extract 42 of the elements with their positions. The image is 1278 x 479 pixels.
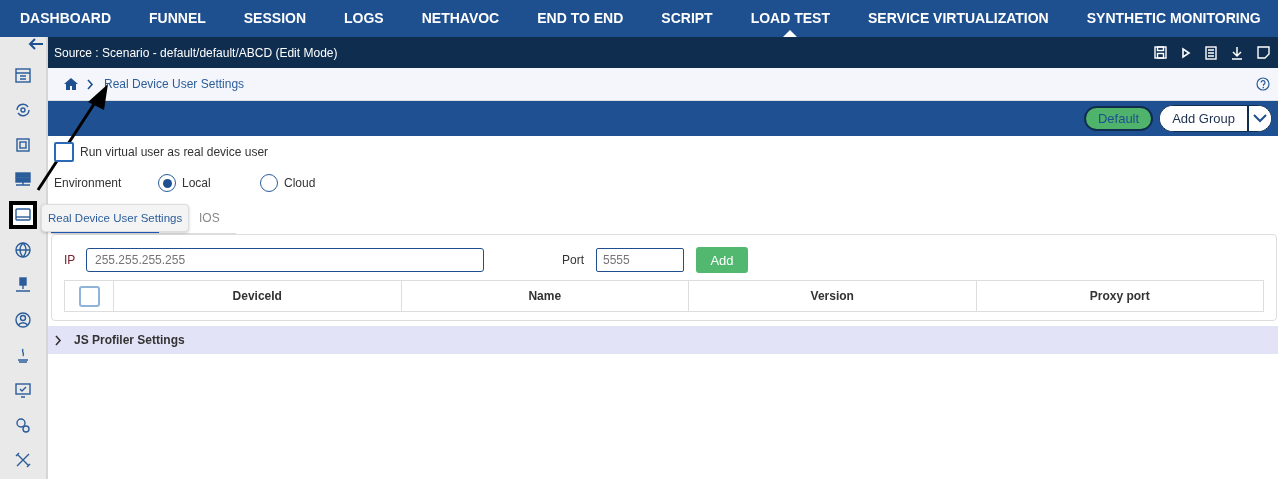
tooltip: Real Device User Settings [41, 204, 190, 232]
section-header[interactable]: JS Profiler Settings [48, 326, 1278, 354]
nav-tab[interactable]: LOAD TEST [750, 0, 830, 37]
checkbox[interactable] [78, 285, 100, 307]
nav-tab[interactable]: NETHAVOC [421, 0, 500, 37]
port-field[interactable]: 5555 [596, 248, 684, 272]
port-label: Port [562, 253, 585, 267]
chevron-down-icon [1253, 114, 1267, 123]
section-title: JS Profiler Settings [74, 333, 185, 347]
ip-field[interactable]: 255.255.255.255 [86, 248, 484, 272]
nav-tab[interactable]: END TO END [537, 0, 624, 37]
add-group-button[interactable]: Add Group [1160, 106, 1249, 131]
chevron-right-icon [54, 334, 62, 346]
help-icon[interactable] [1256, 77, 1270, 91]
device-icon[interactable] [9, 201, 37, 229]
column-header: Name [400, 281, 688, 311]
nav-tab[interactable]: LOGS [344, 0, 384, 37]
home-icon[interactable] [64, 78, 78, 90]
download-icon[interactable] [1231, 45, 1243, 60]
note-icon[interactable] [1257, 46, 1270, 59]
nav-tab[interactable]: FUNNEL [149, 0, 206, 37]
column-header: DeviceId [113, 281, 401, 311]
ip-label: IP [64, 253, 77, 267]
column-header: Proxy port [975, 281, 1263, 311]
breadcrumb-link[interactable]: Real Device User Settings [104, 77, 245, 91]
nav-tab[interactable]: DASHBOARD [20, 0, 111, 37]
nav-tab[interactable]: SYNTHETIC MONITORING [1086, 0, 1261, 37]
nav-tab[interactable]: SERVICE VIRTUALIZATION [868, 0, 1049, 37]
save-icon[interactable] [1154, 46, 1167, 59]
nav-tab[interactable]: SCRIPT [661, 0, 713, 37]
checkbox[interactable] [54, 142, 74, 162]
column-header: Version [688, 281, 976, 311]
environment-label: Environment [54, 176, 123, 190]
nav-tab[interactable]: SESSION [243, 0, 307, 37]
radio-label: Local [182, 176, 211, 190]
source-title: Source : Scenario - default/default/ABCD (Edit Mode) [54, 45, 338, 60]
checkbox-label: Run virtual user as real device user [80, 145, 269, 159]
radio-label: Cloud [284, 176, 316, 190]
chevron-right-icon [86, 78, 94, 90]
back-arrow-icon[interactable] [28, 38, 44, 50]
document-icon[interactable] [1205, 45, 1217, 60]
play-icon[interactable] [1181, 46, 1191, 59]
